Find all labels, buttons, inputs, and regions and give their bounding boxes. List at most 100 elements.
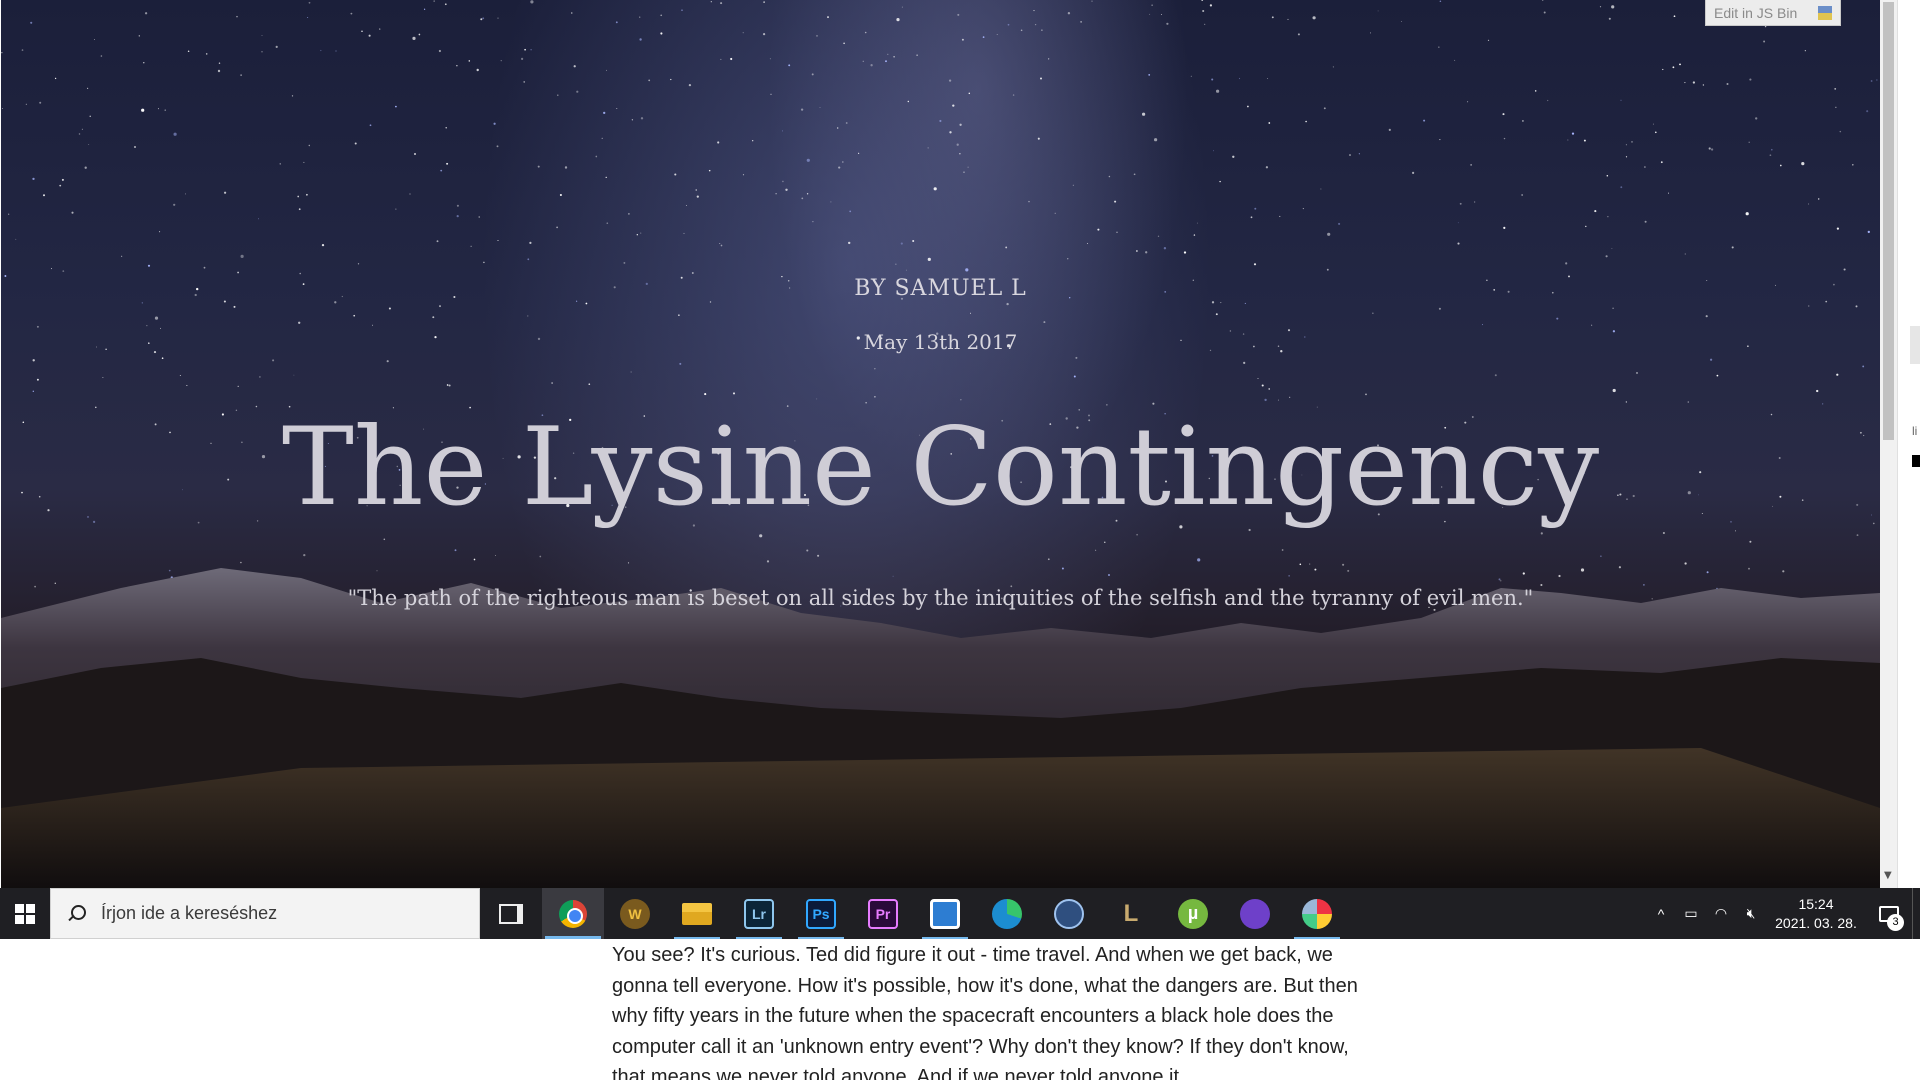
star <box>573 65 576 68</box>
star <box>1749 540 1752 543</box>
star <box>1543 11 1546 14</box>
star <box>1193 234 1196 236</box>
star <box>683 232 685 234</box>
star <box>952 104 955 107</box>
star <box>476 68 479 72</box>
star <box>21 49 24 51</box>
star <box>1412 171 1415 174</box>
star <box>1033 10 1035 12</box>
star <box>1097 228 1100 231</box>
star <box>1401 21 1402 22</box>
star <box>785 188 788 191</box>
windows-logo-icon <box>15 903 35 924</box>
premiere-button[interactable]: Pr <box>852 888 914 939</box>
volume-muted-icon[interactable]: 🔇︎ <box>1736 888 1766 939</box>
action-center-button[interactable]: 3 <box>1866 888 1912 939</box>
star <box>173 132 177 136</box>
star <box>261 34 263 36</box>
star <box>483 261 485 264</box>
chrome-button[interactable] <box>542 888 604 939</box>
photoshop-icon: Ps <box>806 898 836 929</box>
star <box>1277 399 1279 401</box>
star <box>681 9 683 11</box>
battery-icon[interactable]: ▭ <box>1676 888 1706 939</box>
star <box>100 55 103 57</box>
side-scrollbar-thumb[interactable] <box>1910 326 1920 364</box>
star <box>1745 212 1749 216</box>
star <box>1041 29 1043 31</box>
star <box>530 0 534 4</box>
star <box>963 171 965 173</box>
side-panel-text: li <box>1912 424 1918 438</box>
star <box>933 187 937 191</box>
star <box>478 216 480 218</box>
utorrent-button[interactable]: µ <box>1162 888 1224 939</box>
headset-app-button[interactable] <box>1038 888 1100 939</box>
star <box>36 378 39 381</box>
star <box>564 166 568 169</box>
start-button[interactable] <box>0 888 50 939</box>
star <box>1261 384 1264 387</box>
star <box>1702 84 1705 86</box>
star <box>927 257 931 261</box>
star <box>36 325 39 328</box>
snip-tool-button[interactable] <box>914 888 976 939</box>
wifi-icon[interactable]: ◠ <box>1706 888 1736 939</box>
star <box>1148 74 1151 76</box>
paint-button[interactable] <box>1286 888 1348 939</box>
star <box>529 241 532 245</box>
star <box>838 166 841 169</box>
jsbin-label: Edit in JS Bin <box>1714 4 1798 21</box>
star <box>939 119 942 123</box>
star <box>1705 315 1708 318</box>
star <box>1503 137 1506 140</box>
star <box>233 305 236 308</box>
wow-button[interactable]: W <box>604 888 666 939</box>
star <box>1006 302 1009 306</box>
file-explorer-button[interactable] <box>666 888 728 939</box>
star <box>1142 112 1146 116</box>
edge-button[interactable] <box>976 888 1038 939</box>
scroll-down-arrow-icon[interactable]: ▼ <box>1884 870 1892 881</box>
show-desktop-button[interactable] <box>1912 888 1920 939</box>
taskbar-search-box[interactable]: Írjon ide a kereséshez <box>50 888 480 939</box>
star <box>660 14 663 17</box>
right-side-panel: li <box>1897 0 1920 888</box>
show-hidden-icons-chevron-icon[interactable]: ^ <box>1646 888 1676 939</box>
edit-in-jsbin-button[interactable]: Edit in JS Bin <box>1705 0 1841 26</box>
star <box>291 95 294 97</box>
star <box>648 79 651 82</box>
star <box>32 177 35 181</box>
scrollbar-thumb[interactable] <box>1883 2 1894 440</box>
star <box>1232 155 1235 158</box>
star <box>59 184 62 187</box>
star <box>1540 532 1543 535</box>
system-clock[interactable]: 15:24 2021. 03. 28. <box>1766 895 1866 933</box>
lightroom-button[interactable]: Lr <box>728 888 790 939</box>
star <box>369 124 372 127</box>
star <box>639 38 642 41</box>
star <box>236 15 238 18</box>
star <box>660 32 663 35</box>
star <box>874 368 876 370</box>
star <box>1253 263 1257 266</box>
star <box>456 204 459 207</box>
star <box>445 127 447 129</box>
star <box>1305 120 1307 123</box>
photoshop-button[interactable]: Ps <box>790 888 852 939</box>
star <box>54 77 57 80</box>
star <box>357 263 360 265</box>
star <box>1494 374 1497 377</box>
github-desktop-button[interactable] <box>1224 888 1286 939</box>
star <box>907 100 910 103</box>
star <box>674 173 677 176</box>
star <box>704 393 707 396</box>
vertical-scrollbar[interactable]: ▼ <box>1880 0 1897 888</box>
hero-quote: "The path of the righteous man is beset … <box>347 586 1534 610</box>
task-view-button[interactable] <box>480 888 542 939</box>
star <box>1481 324 1484 326</box>
star <box>576 90 579 93</box>
star <box>1735 530 1736 532</box>
league-of-legends-button[interactable]: L <box>1100 888 1162 939</box>
star <box>585 302 588 305</box>
